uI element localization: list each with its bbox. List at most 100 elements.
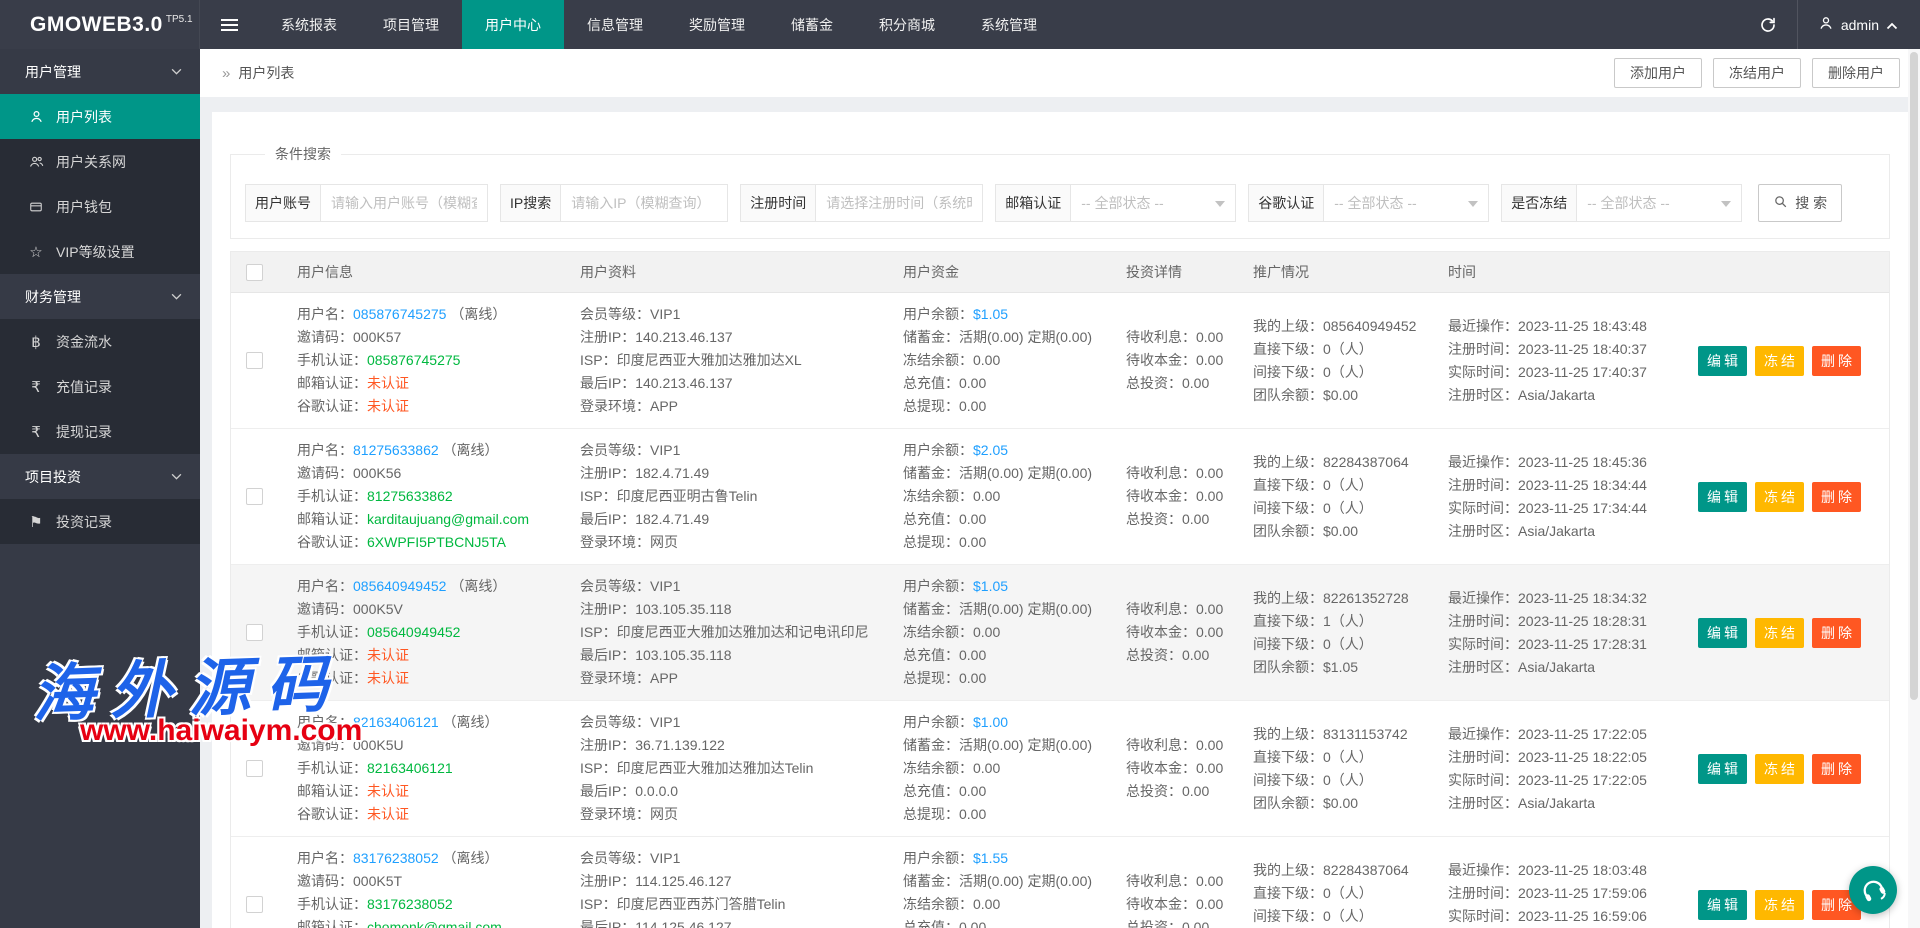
total-withdraw: 0.00	[959, 806, 987, 822]
promotion-cell: 我的上级：82284387064 直接下级：0（人） 间接下级：0（人） 团队余…	[1253, 861, 1409, 924]
sidebar-item-label: 充值记录	[56, 378, 112, 395]
edit-button[interactable]: 编辑	[1698, 753, 1747, 784]
invest-cell: 待收利息：0.00 待收本金：0.00 总投资：0.00	[1106, 837, 1233, 928]
reg-time-input[interactable]	[815, 184, 984, 222]
google-auth-select[interactable]: -- 全部状态 --	[1323, 184, 1490, 222]
sidebar-item-recharge-records[interactable]: ₹ 充值记录	[0, 364, 200, 409]
top-menu: 系统报表 项目管理 用户中心 信息管理 奖励管理 储蓄金 积分商城 系统管理	[258, 0, 1060, 49]
actions-cell: 编辑 冻结 删除	[1658, 293, 1889, 428]
user-profile-cell: 会员等级：VIP1 注册IP：140.213.46.137 ISP：印度尼西亚大…	[580, 306, 802, 414]
account-input[interactable]	[320, 184, 488, 222]
nav-tab-savings[interactable]: 储蓄金	[768, 0, 856, 49]
ip-input[interactable]	[560, 184, 729, 222]
edit-button[interactable]: 编辑	[1698, 481, 1747, 512]
direct-subordinates: 0（人）	[1323, 884, 1373, 901]
col-invest: 投资详情	[1126, 264, 1182, 280]
row-checkbox[interactable]	[245, 624, 263, 641]
sidebar-item-invest-records[interactable]: ⚑ 投资记录	[0, 499, 200, 544]
freeze-button[interactable]: 冻结	[1755, 889, 1804, 920]
delete-button[interactable]: 删除	[1812, 481, 1861, 512]
pending-interest: 0.00	[1196, 601, 1224, 617]
filter-google-auth-label: 谷歌认证	[1248, 184, 1324, 222]
rupee-icon: ₹	[31, 423, 41, 441]
sidebar-item-withdraw-records[interactable]: ₹ 提现记录	[0, 409, 200, 454]
username-link[interactable]: 085640949452	[353, 578, 446, 594]
navbar-right: admin	[1739, 0, 1920, 49]
table-row: 用户名：81275633862 （离线） 邀请码：000K56 手机认证：812…	[231, 429, 1889, 565]
search-button[interactable]: 搜 索	[1758, 184, 1843, 222]
customer-service-button[interactable]	[1849, 866, 1897, 914]
freeze-user-button[interactable]: 冻结用户	[1713, 58, 1801, 88]
row-checkbox[interactable]	[245, 760, 263, 777]
last-ip: 0.0.0.0	[635, 783, 679, 799]
nav-tab-user-center[interactable]: 用户中心	[462, 0, 564, 49]
row-checkbox[interactable]	[245, 488, 263, 505]
sidebar-item-user-wallet[interactable]: 用户钱包	[0, 184, 200, 229]
frozen-select[interactable]: -- 全部状态 --	[1576, 184, 1743, 222]
sidebar-group-project-invest[interactable]: 项目投资	[0, 454, 200, 499]
edit-button[interactable]: 编辑	[1698, 345, 1747, 376]
select-arrow-icon	[1215, 201, 1226, 207]
invite-code: 000K5T	[353, 873, 403, 889]
sidebar-item-user-list[interactable]: 用户列表	[0, 94, 200, 139]
team-balance: $0.00	[1323, 794, 1359, 811]
pending-interest: 0.00	[1196, 465, 1224, 481]
username-link[interactable]: 085876745275	[353, 306, 446, 322]
filter-reg-time-label: 注册时间	[740, 184, 816, 222]
username-link[interactable]: 82163406121	[353, 714, 439, 730]
time-cell: 最近操作：2023-11-25 18:03:48 注册时间：2023-11-25…	[1448, 861, 1647, 924]
freeze-button[interactable]: 冻结	[1755, 481, 1804, 512]
user-menu[interactable]: admin	[1798, 0, 1920, 49]
nav-tab-projects[interactable]: 项目管理	[360, 0, 462, 49]
delete-button[interactable]: 删除	[1812, 617, 1861, 648]
sidebar: 用户管理 用户列表 用户关系网 用户钱包 ☆ VIP等级设置 财务管理 ฿ 资金…	[0, 49, 200, 928]
nav-tab-system[interactable]: 系统管理	[958, 0, 1060, 49]
delete-button[interactable]: 删除	[1812, 345, 1861, 376]
nav-tab-rewards[interactable]: 奖励管理	[666, 0, 768, 49]
search-button-label: 搜 索	[1795, 195, 1828, 211]
edit-button[interactable]: 编辑	[1698, 889, 1747, 920]
freeze-button[interactable]: 冻结	[1755, 753, 1804, 784]
select-all-checkbox[interactable]	[245, 263, 263, 281]
sidebar-item-funds-flow[interactable]: ฿ 资金流水	[0, 319, 200, 364]
email-auth-select[interactable]: -- 全部状态 --	[1070, 184, 1237, 222]
actual-time: 2023-11-25 17:40:37	[1518, 363, 1647, 380]
register-timezone: Asia/Jakarta	[1518, 522, 1596, 539]
row-checkbox[interactable]	[245, 896, 263, 913]
register-ip: 140.213.46.137	[635, 329, 733, 345]
invite-code: 000K56	[353, 465, 402, 481]
email-auth: 未认证	[367, 783, 409, 799]
total-recharge: 0.00	[959, 919, 987, 928]
sidebar-item-user-network[interactable]: 用户关系网	[0, 139, 200, 184]
user-info-cell: 用户名：085876745275 （离线） 邀请码：000K57 手机认证：08…	[297, 306, 507, 414]
scrollbar-thumb[interactable]	[1910, 52, 1918, 700]
user-balance: $1.05	[973, 306, 1009, 322]
delete-button[interactable]: 删除	[1812, 753, 1861, 784]
pending-interest: 0.00	[1196, 873, 1224, 889]
last-operation-time: 2023-11-25 18:03:48	[1518, 861, 1647, 878]
refresh-icon[interactable]	[1739, 0, 1797, 49]
register-timezone: Asia/Jakarta	[1518, 794, 1596, 811]
edit-button[interactable]: 编辑	[1698, 617, 1747, 648]
username-link[interactable]: 83176238052	[353, 850, 439, 866]
freeze-button[interactable]: 冻结	[1755, 617, 1804, 648]
app-logo-version: TP5.1	[165, 14, 193, 25]
sidebar-item-vip-settings[interactable]: ☆ VIP等级设置	[0, 229, 200, 274]
username-link[interactable]: 81275633862	[353, 442, 439, 458]
sidebar-group-finance[interactable]: 财务管理	[0, 274, 200, 319]
filter-frozen-label: 是否冻结	[1501, 184, 1577, 222]
nav-tab-points-mall[interactable]: 积分商城	[856, 0, 958, 49]
menu-toggle-icon[interactable]	[200, 0, 258, 49]
delete-user-button[interactable]: 删除用户	[1812, 58, 1900, 88]
add-user-button[interactable]: 添加用户	[1614, 58, 1702, 88]
team-balance: $0.00	[1323, 386, 1359, 403]
total-withdraw: 0.00	[959, 670, 987, 686]
freeze-button[interactable]: 冻结	[1755, 345, 1804, 376]
nav-tab-info[interactable]: 信息管理	[564, 0, 666, 49]
online-status: （离线）	[442, 442, 499, 458]
sidebar-item-label: 提现记录	[56, 423, 112, 440]
nav-tab-reports[interactable]: 系统报表	[258, 0, 360, 49]
row-checkbox[interactable]	[245, 352, 263, 369]
user-profile-cell: 会员等级：VIP1 注册IP：182.4.71.49 ISP：印度尼西亚明古鲁T…	[580, 442, 758, 550]
sidebar-group-user-management[interactable]: 用户管理	[0, 49, 200, 94]
